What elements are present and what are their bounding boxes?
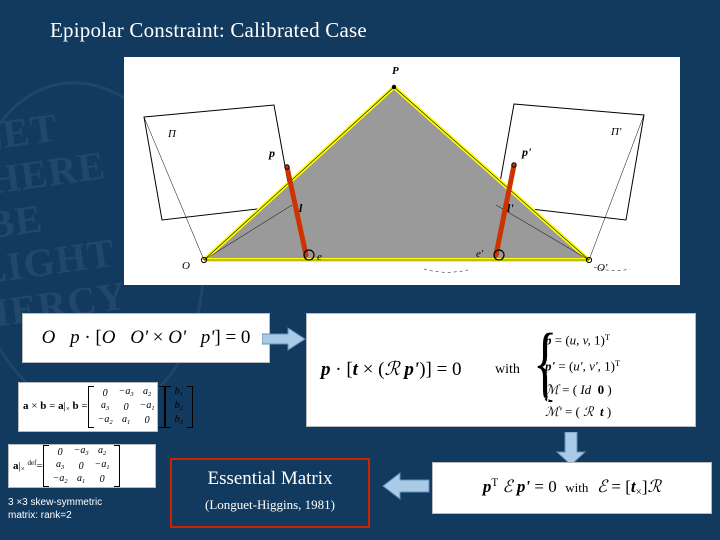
left-arrow-icon bbox=[382, 471, 430, 505]
essential-matrix-callout: Essential Matrix (Longuet-Higgins, 1981) bbox=[170, 458, 370, 528]
svg-text:e: e bbox=[317, 251, 322, 263]
calibrated-epipolar-equation: p · [t × (ℛ p')] = 0 with { p = (u, v, 1… bbox=[306, 313, 696, 427]
skew-equation-body: a|× def= 0 −a3 a2 a3 0 −a1 −a2 a1 0 bbox=[9, 445, 155, 487]
svg-text:O: O bbox=[182, 260, 190, 272]
slide: LET THERE BE LIGHT MERCY Epipolar Constr… bbox=[0, 0, 720, 540]
with-label-1: with bbox=[495, 362, 520, 377]
skew-symmetric-matrix-equation: a|× def= 0 −a3 a2 a3 0 −a1 −a2 a1 0 bbox=[8, 444, 156, 488]
skew-caption-line-1: 3 ×3 skew-symmetric bbox=[8, 497, 103, 508]
def-p: p = (u, v, 1)T bbox=[545, 332, 610, 348]
svg-text:Π': Π' bbox=[610, 126, 622, 138]
m-prime-text: M'=(R bbox=[522, 392, 562, 409]
triple-product-equation: O⃗p · [O⃗O' × O'⃗p'] = 0 bbox=[22, 313, 270, 363]
matrix-skew: 0 −a3 a2 a3 0 −a1 −a2 a1 0 bbox=[42, 445, 120, 487]
svg-text:p: p bbox=[268, 146, 275, 160]
cross-product-matrix-equation: a × b = a|× b = 0 −a3 a2 a3 0 −a1 −a2 a1 0 b1 … bbox=[18, 382, 194, 432]
m-prime-label: M'=(R t) bbox=[522, 392, 593, 409]
skew-symmetric-caption: 3 ×3 skew-symmetric matrix: rank=2 bbox=[8, 496, 160, 522]
right-arrow-icon bbox=[261, 327, 306, 356]
page-title: Epipolar Constraint: Calibrated Case bbox=[50, 18, 367, 42]
with-label-2: with bbox=[565, 480, 589, 496]
cross-product-equation-body: a × b = a|× b = 0 −a3 a2 a3 0 −a1 −a2 a1 0 b1 … bbox=[19, 383, 194, 431]
skew-caption-line-2: matrix: rank=2 bbox=[8, 510, 72, 521]
essential-matrix-equation: pT ℰ p' = 0 with ℰ = [t×]ℛ bbox=[432, 462, 712, 514]
triple-product-equation-text: O⃗p · [O⃗O' × O'⃗p'] = 0 bbox=[41, 327, 251, 348]
svg-text:P: P bbox=[392, 65, 399, 77]
essential-matrix-title: Essential Matrix bbox=[207, 468, 333, 489]
svg-text:p': p' bbox=[521, 145, 532, 159]
svg-text:e': e' bbox=[476, 248, 484, 260]
essential-equation-text: pT ℰ p' = 0 with ℰ = [t×]ℛ bbox=[482, 477, 662, 499]
svg-text:Π: Π bbox=[167, 128, 177, 140]
svg-text:l': l' bbox=[507, 201, 514, 215]
def-p-prime: p' = (u', v', 1)T bbox=[545, 357, 621, 374]
calibrated-epipolar-main: p · [t × (ℛ p')] = 0 bbox=[321, 359, 462, 380]
epipolar-geometry-diagram: P p p' l l' e e' O O' Π Π' bbox=[124, 57, 680, 285]
svg-text:O': O' bbox=[597, 262, 608, 274]
matrix-a-cross: 0 −a3 a2 a3 0 −a1 −a2 a1 0 bbox=[87, 386, 165, 428]
matrix-b-vector: b1 b2 b3 bbox=[164, 386, 194, 428]
m-prime-t: t) bbox=[584, 392, 594, 409]
essential-matrix-subtitle: (Longuet-Higgins, 1981) bbox=[205, 497, 335, 512]
